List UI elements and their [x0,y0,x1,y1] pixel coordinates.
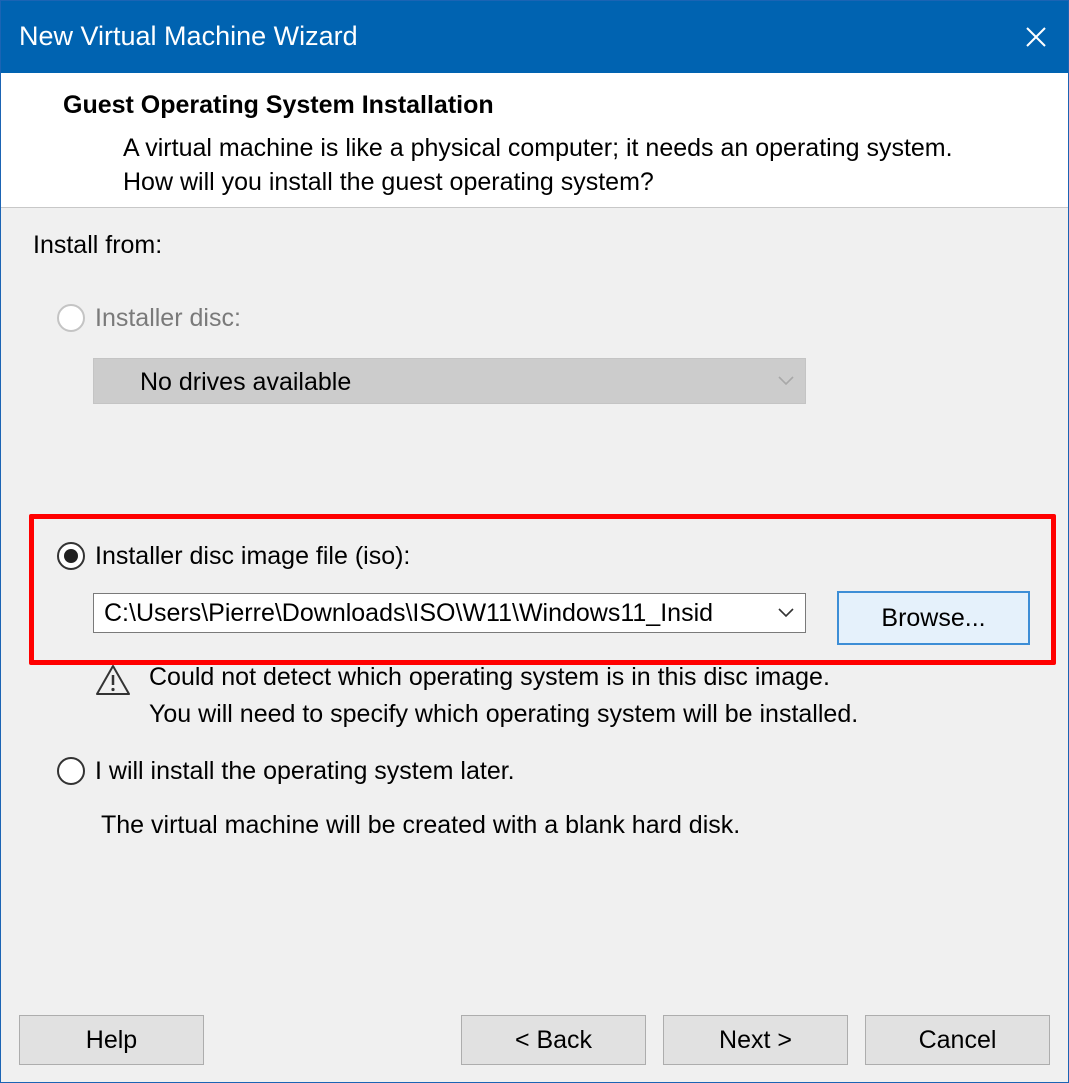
close-button[interactable] [1004,1,1068,73]
back-button[interactable]: < Back [461,1015,646,1065]
cancel-button[interactable]: Cancel [865,1015,1050,1065]
page-title: Guest Operating System Installation [63,91,494,119]
page-description: A virtual machine is like a physical com… [123,134,953,196]
install-later-label: I will install the operating system late… [95,757,515,785]
wizard-window: New Virtual Machine Wizard Guest Operati… [0,0,1069,1083]
install-later-radio[interactable] [57,757,85,785]
next-button[interactable]: Next > [663,1015,848,1065]
warning-text-line1: Could not detect which operating system … [149,663,830,691]
highlight-box [29,514,1056,665]
title-bar[interactable]: New Virtual Machine Wizard [1,1,1068,73]
chevron-down-icon [778,376,794,386]
install-from-label: Install from: [33,231,163,259]
close-icon [1026,27,1046,47]
help-button[interactable]: Help [19,1015,204,1065]
warning-text-line2: You will need to specify which operating… [149,700,859,728]
warning-icon [96,665,130,695]
installer-disc-radio[interactable] [57,304,85,332]
installer-disc-dropdown-value: No drives available [140,368,352,396]
installer-disc-dropdown[interactable]: No drives available [93,358,806,404]
installer-disc-label: Installer disc: [95,304,241,332]
window-title: New Virtual Machine Wizard [19,21,358,51]
wizard-header: Guest Operating System Installation A vi… [1,73,1068,208]
install-later-description: The virtual machine will be created with… [101,811,741,839]
